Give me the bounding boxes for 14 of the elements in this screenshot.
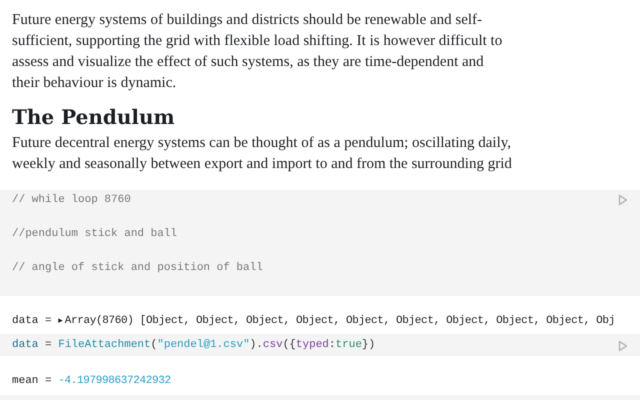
code-comment: // angle of stick and position of ball (12, 261, 263, 275)
output-value: Array(8760) [Object, Object, Object, Object, Object, Object, Object, Object, Object, Obj (64, 315, 615, 327)
output-value: -4.197998637242932 (58, 375, 171, 387)
code-comment: //pendulum stick and ball (12, 227, 178, 241)
output-label: data = (12, 315, 53, 327)
code-comment: // while loop 8760 (12, 193, 132, 207)
run-icon[interactable] (618, 340, 628, 352)
code-line: data = FileAttachment("pendel@1.csv").csv({typed:true}) (12, 339, 376, 351)
lead-paragraph: Future decentral energy systems can be thought of as a pendulum; oscillating daily, weekly and seasonally between export and import to and from the surrounding grid (12, 134, 513, 174)
expand-toggle[interactable]: ▸ (58, 316, 63, 326)
output-label: mean = (12, 375, 53, 387)
run-icon[interactable] (618, 194, 628, 206)
intro-paragraph: Future energy systems of buildings and districts should be renewable and self-sufficient, supporting the grid with flexible load shifting. It is however difficult to assess and visualize the effect of such systems, as they are time-dependent and their behaviour is dynamic. (12, 11, 504, 93)
section-heading: The Pendulum (12, 104, 176, 131)
